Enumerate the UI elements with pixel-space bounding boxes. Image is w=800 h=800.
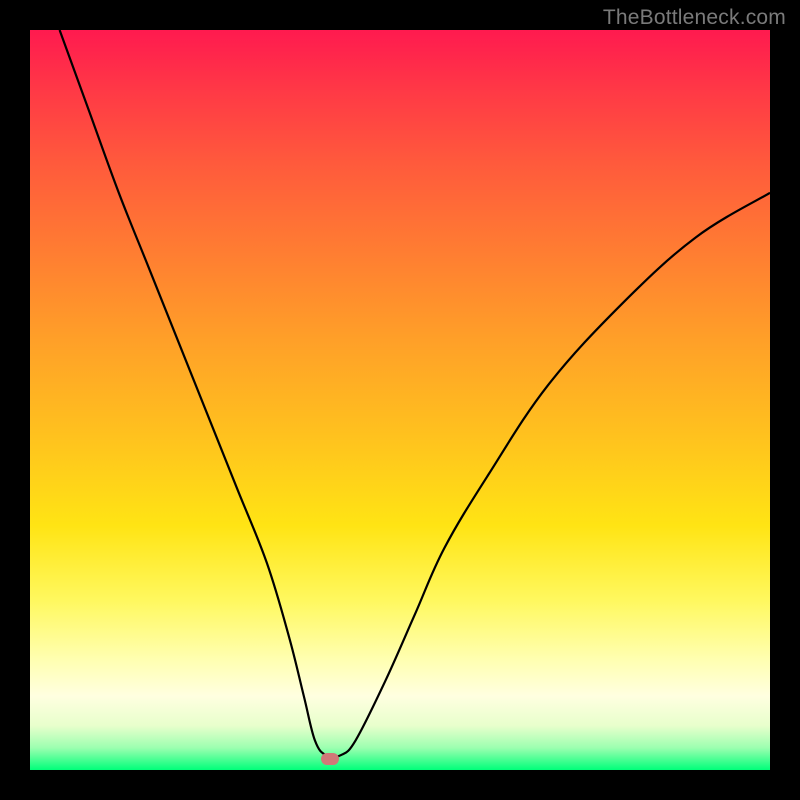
watermark-text: TheBottleneck.com [603,6,786,30]
plot-area [30,30,770,770]
bottleneck-curve [30,30,770,770]
chart-frame: TheBottleneck.com [0,0,800,800]
minimum-marker [321,753,339,765]
